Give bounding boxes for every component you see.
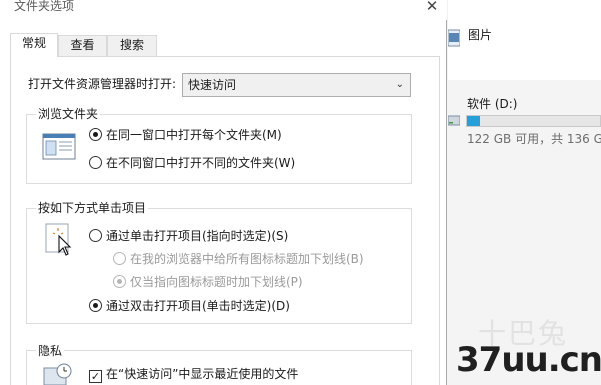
radio-label: 仅当指向图标标题时加下划线(P) — [130, 275, 303, 289]
radio-button[interactable] — [89, 156, 102, 169]
radio-button[interactable] — [113, 275, 126, 288]
radio-label: 通过双击打开项目(单击时选定)(D) — [106, 299, 290, 313]
pictures-folder-icon — [448, 29, 460, 47]
radio-different-window[interactable]: 在不同窗口中打开不同的文件夹(W) — [89, 154, 295, 171]
close-button[interactable]: ✕ — [420, 0, 444, 17]
radio-button[interactable] — [89, 229, 102, 242]
browse-folders-title: 浏览文件夹 — [36, 105, 101, 122]
drive-usage-fill — [467, 116, 481, 126]
chevron-down-icon: ⌄ — [395, 79, 404, 90]
click-items-title: 按如下方式单击项目 — [36, 199, 149, 216]
checkbox-label: 在“快速访问”中显示最近使用的文件 — [106, 367, 299, 381]
open-explorer-value: 快速访问 — [188, 78, 237, 92]
tab-general[interactable]: 常规 — [10, 33, 58, 57]
drive-usage-bar — [466, 115, 601, 127]
pictures-label[interactable]: 图片 — [468, 26, 492, 43]
open-explorer-label: 打开文件资源管理器时打开: — [28, 77, 177, 91]
radio-button[interactable] — [89, 128, 102, 141]
checkbox[interactable]: ✓ — [89, 370, 102, 383]
click-cursor-icon — [45, 223, 72, 256]
titlebar: 文件夹选项 ✕ — [0, 0, 447, 20]
drive-icon — [448, 115, 460, 126]
drive-info: 122 GB 可用，共 136 GB — [467, 132, 601, 146]
open-explorer-select[interactable]: 快速访问 ⌄ — [182, 73, 411, 97]
watermark-text: 37uu.cn — [456, 340, 601, 380]
dialog-title: 文件夹选项 — [14, 0, 75, 13]
radio-same-window[interactable]: 在同一窗口中打开每个文件夹(M) — [89, 126, 282, 143]
radio-button[interactable] — [89, 299, 102, 312]
radio-label: 在不同窗口中打开不同的文件夹(W) — [106, 156, 296, 170]
privacy-icon — [43, 363, 72, 385]
tab-view[interactable]: 查看 — [58, 35, 107, 56]
folder-options-dialog: 文件夹选项 ✕ 常规 查看 搜索 打开文件资源管理器时打开: 快速访问 ⌄ 浏览… — [0, 0, 447, 385]
radio-label: 通过单击打开项目(指向时选定)(S) — [106, 229, 289, 243]
radio-underline-hover[interactable]: 仅当指向图标标题时加下划线(P) — [113, 273, 303, 290]
window-icon — [42, 133, 76, 160]
browse-folders-group — [26, 114, 412, 184]
radio-label: 在同一窗口中打开每个文件夹(M) — [106, 128, 282, 142]
tab-search[interactable]: 搜索 — [107, 35, 157, 56]
radio-button[interactable] — [113, 252, 126, 265]
radio-label: 在我的浏览器中给所有图标标题加下划线(B) — [130, 252, 364, 266]
checkbox-show-recent-files[interactable]: ✓ 在“快速访问”中显示最近使用的文件 — [89, 365, 298, 383]
radio-single-click[interactable]: 通过单击打开项目(指向时选定)(S) — [89, 227, 288, 244]
drive-label[interactable]: 软件 (D:) — [467, 95, 517, 112]
radio-double-click[interactable]: 通过双击打开项目(单击时选定)(D) — [89, 297, 290, 314]
privacy-title: 隐私 — [36, 342, 65, 359]
radio-underline-always[interactable]: 在我的浏览器中给所有图标标题加下划线(B) — [113, 250, 364, 267]
